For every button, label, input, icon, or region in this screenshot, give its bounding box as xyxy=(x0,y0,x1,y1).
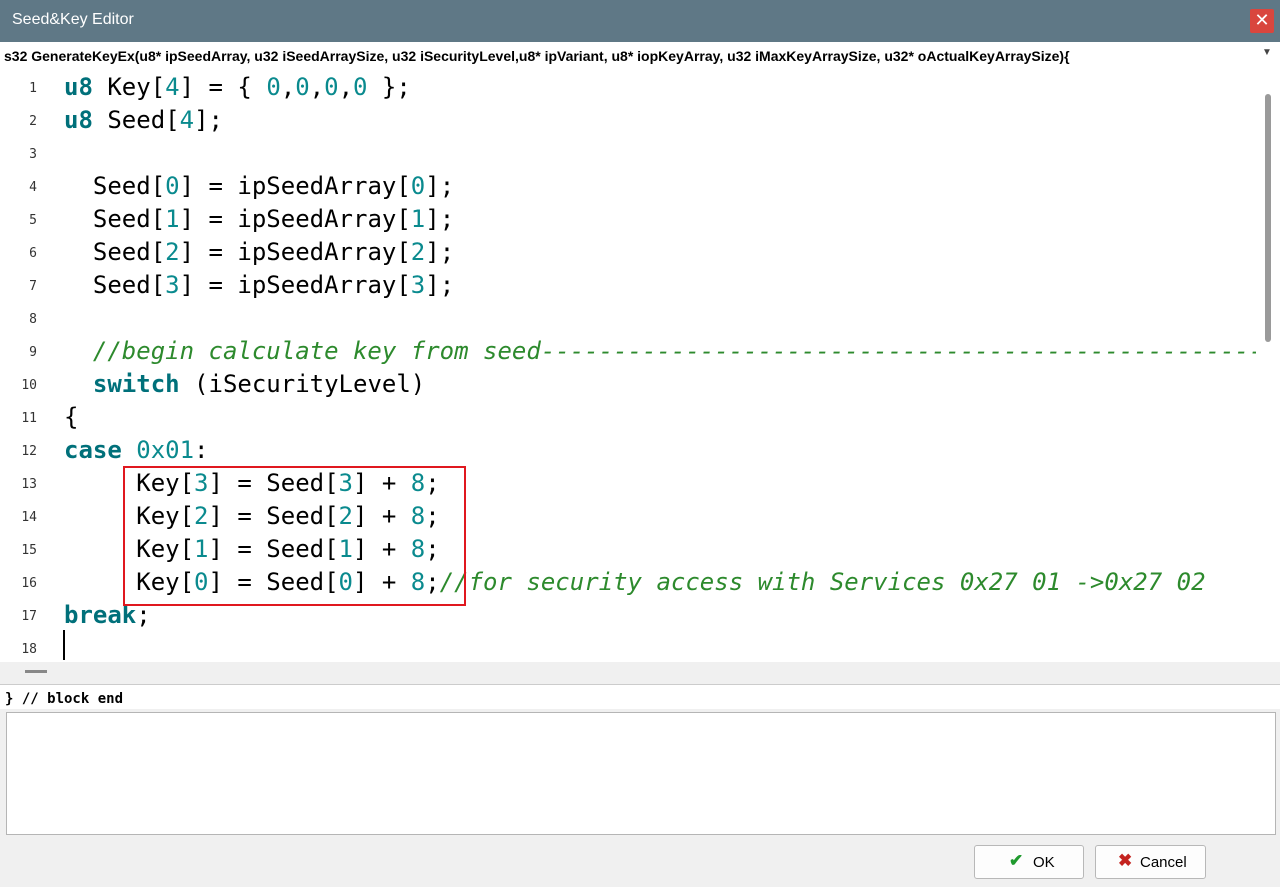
code-token: ] = ipSeedArray[ xyxy=(179,271,411,299)
code-token: 0 xyxy=(324,73,339,101)
title-bar: Seed&Key Editor ✕ xyxy=(0,0,1280,42)
code-token: u8 xyxy=(64,73,93,101)
code-line: Seed[2] = ipSeedArray[2]; xyxy=(64,237,454,267)
code-token: Seed[ xyxy=(64,205,166,233)
line-number: 6 xyxy=(29,246,37,261)
cancel-button[interactable]: ✖ Cancel xyxy=(1095,845,1206,879)
code-token: 1 xyxy=(410,205,426,233)
highlight-box xyxy=(123,466,466,606)
code-token: Seed[ xyxy=(92,106,180,134)
code-token: : xyxy=(194,436,209,464)
code-line: //begin calculate key from seed---------… xyxy=(64,336,1256,366)
code-token: ]; xyxy=(425,271,455,299)
code-token: //begin calculate key from seed---------… xyxy=(92,337,1256,365)
code-token: , xyxy=(309,73,325,101)
code-token: 4 xyxy=(179,106,195,134)
code-token: 2 xyxy=(410,238,426,266)
splitter[interactable] xyxy=(0,662,1280,685)
vertical-scrollbar[interactable] xyxy=(1256,68,1280,662)
code-token: ] = ipSeedArray[ xyxy=(179,238,411,266)
cancel-label: Cancel xyxy=(1140,854,1187,871)
code-token: ]; xyxy=(194,106,223,134)
text-caret xyxy=(63,630,65,660)
code-token: 0 xyxy=(295,73,310,101)
code-token: 0 xyxy=(266,73,281,101)
close-icon: ✕ xyxy=(1254,10,1270,30)
code-token: 0 xyxy=(165,172,180,200)
code-token: Seed[ xyxy=(64,271,166,299)
dialog-footer xyxy=(0,836,1280,887)
line-number: 3 xyxy=(29,147,37,162)
splitter-grip[interactable] xyxy=(25,670,47,673)
block-end-text: } // block end xyxy=(5,691,124,707)
code-token: 0x01 xyxy=(136,436,195,464)
code-token: Seed[ xyxy=(64,172,166,200)
code-line: Seed[3] = ipSeedArray[3]; xyxy=(64,270,454,300)
code-token: case xyxy=(64,436,122,464)
code-token: 1 xyxy=(165,205,180,233)
close-button[interactable]: ✕ xyxy=(1250,9,1274,33)
line-number: 10 xyxy=(21,378,37,393)
line-number: 15 xyxy=(21,543,37,558)
code-token: //for security access with Services 0x27… xyxy=(439,568,1206,596)
code-token: ] = ipSeedArray[ xyxy=(179,205,411,233)
code-token: (iSecurityLevel) xyxy=(179,370,426,398)
function-signature: s32 GenerateKeyEx(u8* ipSeedArray, u32 i… xyxy=(4,48,1070,64)
line-number: 1 xyxy=(29,81,37,96)
ok-button[interactable]: ✔ OK xyxy=(974,845,1084,879)
code-token: { xyxy=(64,403,79,431)
line-number: 5 xyxy=(29,213,37,228)
line-number: 14 xyxy=(21,510,37,525)
code-line: u8 Key[4] = { 0,0,0,0 }; xyxy=(64,72,411,102)
check-icon: ✔ xyxy=(1009,851,1024,870)
code-token: ]; xyxy=(425,205,455,233)
code-line: u8 Seed[4]; xyxy=(64,105,223,135)
code-token: 2 xyxy=(165,238,180,266)
code-token: ] = ipSeedArray[ xyxy=(179,172,411,200)
code-editor[interactable]: 1 2 3 4 5 6 7 8 9 10 11 12 13 14 15 16 17 18 u8 Key[4] = … xyxy=(0,68,1256,662)
x-icon: ✖ xyxy=(1118,851,1133,870)
line-number: 17 xyxy=(21,609,37,624)
line-number: 9 xyxy=(29,345,37,360)
block-end-line: } // block end xyxy=(0,685,1280,709)
line-number: 13 xyxy=(21,477,37,492)
line-number: 16 xyxy=(21,576,37,591)
code-line: Seed[1] = ipSeedArray[1]; xyxy=(64,204,454,234)
line-number: 12 xyxy=(21,444,37,459)
code-token: 4 xyxy=(165,73,180,101)
code-line: Seed[0] = ipSeedArray[0]; xyxy=(64,171,454,201)
code-token: 3 xyxy=(410,271,426,299)
code-token: ] = { xyxy=(179,73,267,101)
line-number: 11 xyxy=(21,411,37,426)
ok-label: OK xyxy=(1033,854,1055,871)
code-token: 0 xyxy=(353,73,368,101)
line-number: 7 xyxy=(29,279,37,294)
code-token: u8 xyxy=(64,106,93,134)
output-panel[interactable] xyxy=(6,712,1276,835)
code-token: , xyxy=(338,73,354,101)
scrollbar-thumb[interactable] xyxy=(1265,94,1271,342)
code-token: 3 xyxy=(165,271,180,299)
code-token: 0 xyxy=(410,172,426,200)
window-title: Seed&Key Editor xyxy=(12,11,134,28)
code-token: Seed[ xyxy=(64,238,166,266)
line-number: 18 xyxy=(21,642,37,657)
line-number: 2 xyxy=(29,114,37,129)
function-signature-dropdown[interactable]: s32 GenerateKeyEx(u8* ipSeedArray, u32 i… xyxy=(0,42,1280,69)
line-number: 4 xyxy=(29,180,37,195)
code-line: case 0x01: xyxy=(64,435,209,465)
code-token: switch xyxy=(92,370,180,398)
code-token: ]; xyxy=(425,172,455,200)
code-token: ]; xyxy=(425,238,455,266)
code-line: switch (iSecurityLevel) xyxy=(64,369,425,399)
line-number: 8 xyxy=(29,312,37,327)
code-line: { xyxy=(64,402,78,432)
code-token: Key[ xyxy=(92,73,166,101)
code-token: , xyxy=(280,73,296,101)
chevron-down-icon[interactable]: ▼ xyxy=(1262,47,1272,58)
code-token: }; xyxy=(367,73,411,101)
line-number-gutter: 1 2 3 4 5 6 7 8 9 10 11 12 13 14 15 16 17 18 xyxy=(0,68,60,662)
